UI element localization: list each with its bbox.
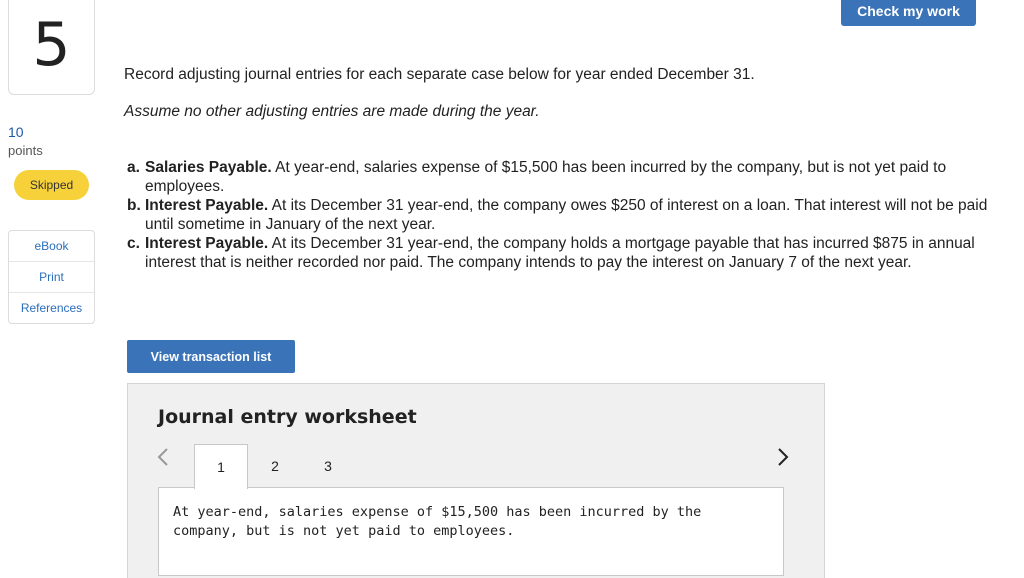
chevron-right-icon[interactable] bbox=[776, 446, 790, 474]
points-label: points bbox=[8, 143, 43, 158]
view-transaction-list-button[interactable]: View transaction list bbox=[127, 340, 295, 373]
case-label: a. bbox=[127, 159, 140, 176]
case-list: a. Salaries Payable. At year-end, salari… bbox=[127, 158, 993, 272]
side-links-panel: eBook Print References bbox=[8, 230, 95, 324]
worksheet-panel: At year-end, salaries expense of $15,500… bbox=[158, 487, 784, 576]
tab-2[interactable]: 2 bbox=[248, 444, 302, 487]
tab-1[interactable]: 1 bbox=[194, 444, 248, 489]
case-text: At its December 31 year-end, the company… bbox=[145, 197, 988, 233]
case-item: b. Interest Payable. At its December 31 … bbox=[127, 196, 993, 234]
case-item: c. Interest Payable. At its December 31 … bbox=[127, 234, 993, 272]
case-title: Interest Payable. bbox=[145, 235, 269, 252]
question-number-box: 5 bbox=[8, 0, 95, 95]
worksheet-title: Journal entry worksheet bbox=[158, 406, 417, 428]
ebook-link[interactable]: eBook bbox=[9, 231, 94, 262]
references-link[interactable]: References bbox=[9, 293, 94, 323]
case-label: c. bbox=[127, 235, 140, 252]
instructions-text: Record adjusting journal entries for eac… bbox=[124, 66, 755, 83]
tab-3[interactable]: 3 bbox=[301, 444, 355, 487]
print-link[interactable]: Print bbox=[9, 262, 94, 293]
case-text: At its December 31 year-end, the company… bbox=[145, 235, 975, 271]
worksheet-description: At year-end, salaries expense of $15,500… bbox=[173, 504, 702, 539]
points-value: 10 bbox=[8, 124, 24, 140]
case-item: a. Salaries Payable. At year-end, salari… bbox=[127, 158, 993, 196]
case-label: b. bbox=[127, 197, 141, 214]
instructions-note: Assume no other adjusting entries are ma… bbox=[124, 103, 540, 120]
check-my-work-button[interactable]: Check my work bbox=[841, 0, 976, 26]
case-title: Salaries Payable. bbox=[145, 159, 272, 176]
journal-entry-worksheet: Journal entry worksheet 1 2 3 At year-en… bbox=[127, 383, 825, 578]
question-number: 5 bbox=[32, 9, 71, 80]
case-title: Interest Payable. bbox=[145, 197, 269, 214]
chevron-left-icon[interactable] bbox=[156, 446, 170, 474]
status-badge: Skipped bbox=[14, 170, 89, 200]
